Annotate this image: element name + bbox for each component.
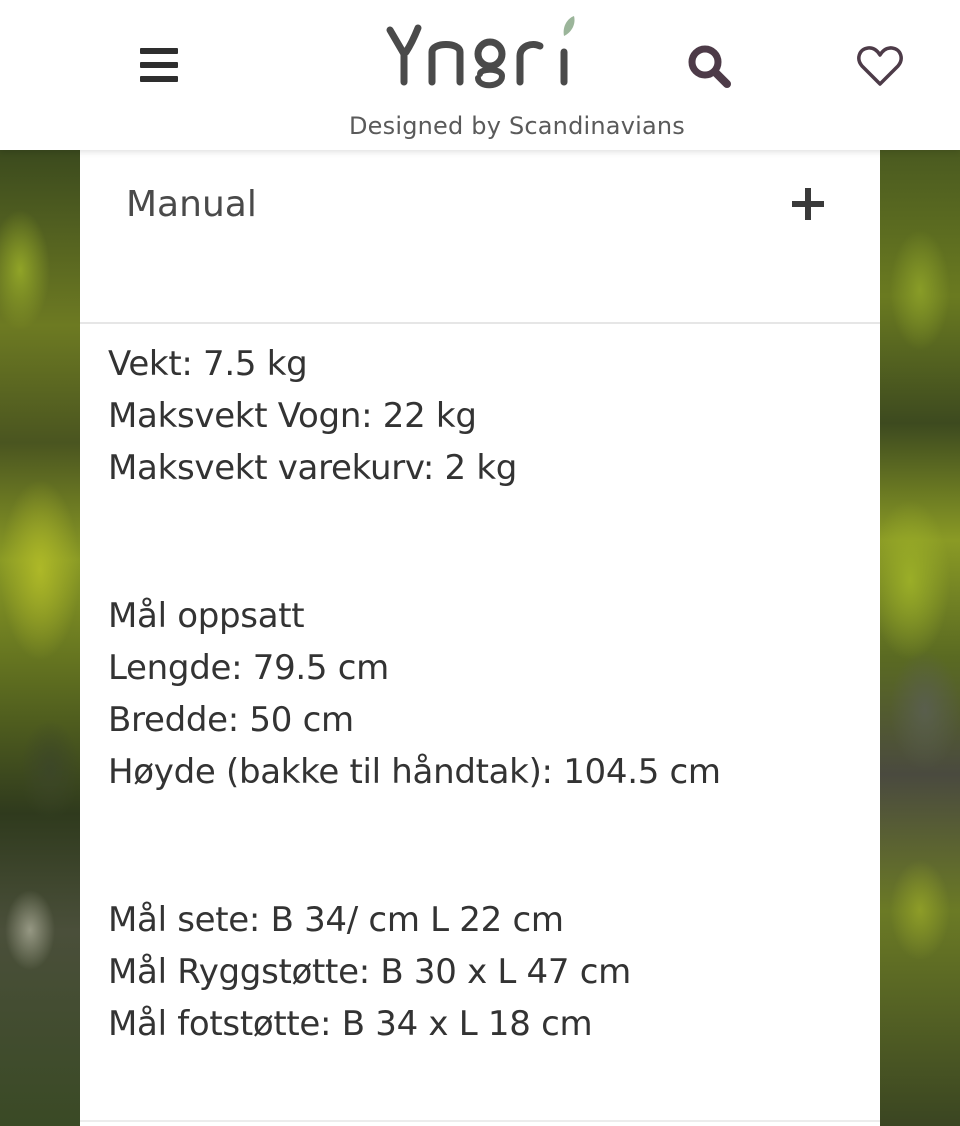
hamburger-menu-icon-bar bbox=[140, 76, 178, 82]
plus-icon[interactable] bbox=[788, 184, 828, 224]
search-button[interactable] bbox=[682, 38, 738, 94]
spec-line: Mål sete: B 34/ cm L 22 cm bbox=[108, 900, 564, 940]
divider bbox=[80, 1120, 880, 1122]
brand-tagline: Designed by Scandinavians bbox=[348, 112, 686, 140]
brand-logo[interactable] bbox=[380, 12, 580, 96]
spec-line: Lengde: 79.5 cm bbox=[108, 648, 389, 688]
spec-line: Maksvekt Vogn: 22 kg bbox=[108, 396, 477, 436]
favorites-button[interactable] bbox=[852, 38, 908, 94]
spec-line: Mål Ryggstøtte: B 30 x L 47 cm bbox=[108, 952, 631, 992]
accordion-manual-header[interactable]: Manual bbox=[80, 150, 880, 324]
expand-plus-icon bbox=[792, 188, 824, 220]
site-header: Designed by Scandinavians bbox=[0, 0, 960, 150]
search-icon bbox=[688, 45, 731, 88]
hamburger-menu-icon bbox=[140, 48, 178, 54]
background-photo-left bbox=[0, 150, 80, 1126]
hamburger-menu-icon-bar bbox=[140, 62, 178, 68]
background-photo-right bbox=[880, 150, 960, 1126]
spec-line: Vekt: 7.5 kg bbox=[108, 344, 308, 384]
spec-line: Bredde: 50 cm bbox=[108, 700, 354, 740]
spec-section-title: Mål oppsatt bbox=[108, 596, 305, 636]
product-info-panel: Manual Vekt: 7.5 kg Maksvekt Vogn: 22 kg… bbox=[80, 150, 880, 1126]
heart-icon bbox=[857, 46, 903, 86]
spec-line: Høyde (bakke til håndtak): 104.5 cm bbox=[108, 752, 721, 792]
spec-line: Mål fotstøtte: B 34 x L 18 cm bbox=[108, 1004, 593, 1044]
spec-line: Maksvekt varekurv: 2 kg bbox=[108, 448, 518, 488]
menu-button[interactable] bbox=[130, 40, 186, 90]
yngri-logo bbox=[386, 16, 575, 89]
accordion-title: Manual bbox=[126, 184, 257, 225]
